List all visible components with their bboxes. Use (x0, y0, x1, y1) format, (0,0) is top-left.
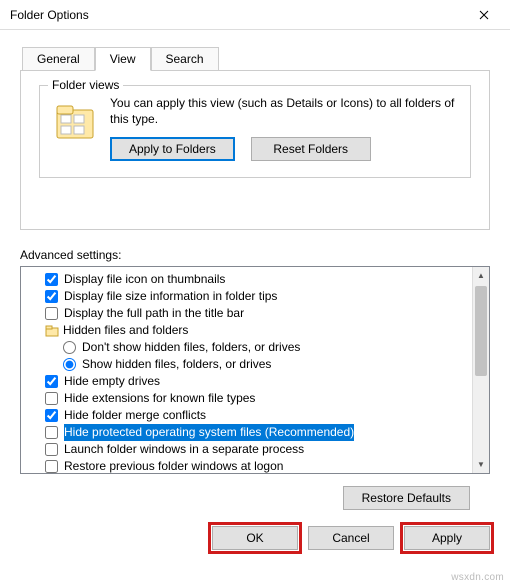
tab-strip: General View Search (22, 46, 490, 70)
advanced-item-label: Display file size information in folder … (64, 288, 277, 305)
checkbox[interactable] (45, 307, 58, 320)
reset-folders-button[interactable]: Reset Folders (251, 137, 371, 161)
ok-button[interactable]: OK (212, 526, 298, 550)
tab-general[interactable]: General (22, 47, 95, 71)
dialog-buttons: OK Cancel Apply (0, 516, 510, 550)
advanced-item[interactable]: Display file icon on thumbnails (27, 271, 469, 288)
advanced-item[interactable]: Hide folder merge conflicts (27, 407, 469, 424)
checkbox[interactable] (45, 290, 58, 303)
advanced-item-label: Restore previous folder windows at logon (64, 458, 283, 474)
advanced-item[interactable]: Show hidden files, folders, or drives (27, 356, 469, 373)
checkbox[interactable] (45, 460, 58, 473)
advanced-item-label: Hide protected operating system files (R… (64, 424, 354, 441)
advanced-item[interactable]: Hidden files and folders (27, 322, 469, 339)
scroll-down-arrow-icon[interactable]: ▼ (473, 456, 489, 473)
advanced-item-label: Don't show hidden files, folders, or dri… (82, 339, 300, 356)
checkbox[interactable] (45, 409, 58, 422)
close-button[interactable] (461, 1, 506, 29)
advanced-item[interactable]: Launch folder windows in a separate proc… (27, 441, 469, 458)
checkbox[interactable] (45, 392, 58, 405)
folder-views-description: You can apply this view (such as Details… (110, 96, 456, 127)
radio[interactable] (63, 358, 76, 371)
scrollbar[interactable]: ▲ ▼ (472, 267, 489, 473)
advanced-settings: Advanced settings: Display file icon on … (20, 248, 490, 510)
advanced-item-label: Display the full path in the title bar (64, 305, 244, 322)
advanced-item[interactable]: Display file size information in folder … (27, 288, 469, 305)
advanced-item-label: Show hidden files, folders, or drives (82, 356, 271, 373)
folder-views-icon (54, 100, 96, 142)
apply-button[interactable]: Apply (404, 526, 490, 550)
tabs-container: General View Search Folder views You can… (20, 46, 490, 230)
folder-views-fieldset: Folder views You can apply this view (su… (39, 85, 471, 178)
advanced-item[interactable]: Hide protected operating system files (R… (27, 424, 469, 441)
advanced-item[interactable]: Hide extensions for known file types (27, 390, 469, 407)
title-bar: Folder Options (0, 0, 510, 30)
folder-views-legend: Folder views (48, 78, 123, 92)
cancel-button[interactable]: Cancel (308, 526, 394, 550)
advanced-settings-list[interactable]: Display file icon on thumbnailsDisplay f… (20, 266, 490, 474)
restore-defaults-button[interactable]: Restore Defaults (343, 486, 470, 510)
checkbox[interactable] (45, 443, 58, 456)
tab-search[interactable]: Search (151, 47, 219, 71)
tab-view[interactable]: View (95, 47, 151, 71)
close-icon (479, 10, 489, 20)
window-title: Folder Options (10, 8, 461, 22)
advanced-settings-label: Advanced settings: (20, 248, 490, 262)
scroll-track[interactable] (473, 284, 489, 456)
checkbox[interactable] (45, 426, 58, 439)
advanced-item-label: Hidden files and folders (63, 322, 188, 339)
radio[interactable] (63, 341, 76, 354)
checkbox[interactable] (45, 273, 58, 286)
advanced-item-label: Launch folder windows in a separate proc… (64, 441, 304, 458)
advanced-item-label: Display file icon on thumbnails (64, 271, 225, 288)
advanced-item[interactable]: Restore previous folder windows at logon (27, 458, 469, 474)
watermark: wsxdn.com (451, 572, 504, 583)
advanced-item-label: Hide empty drives (64, 373, 160, 390)
advanced-item[interactable]: Don't show hidden files, folders, or dri… (27, 339, 469, 356)
scroll-up-arrow-icon[interactable]: ▲ (473, 267, 489, 284)
advanced-item-label: Hide extensions for known file types (64, 390, 255, 407)
apply-to-folders-button[interactable]: Apply to Folders (110, 137, 235, 161)
folder-icon (45, 324, 59, 338)
scroll-thumb[interactable] (475, 286, 487, 376)
advanced-item[interactable]: Hide empty drives (27, 373, 469, 390)
tab-panel-view: Folder views You can apply this view (su… (20, 70, 490, 230)
advanced-item-label: Hide folder merge conflicts (64, 407, 206, 424)
checkbox[interactable] (45, 375, 58, 388)
advanced-item[interactable]: Display the full path in the title bar (27, 305, 469, 322)
